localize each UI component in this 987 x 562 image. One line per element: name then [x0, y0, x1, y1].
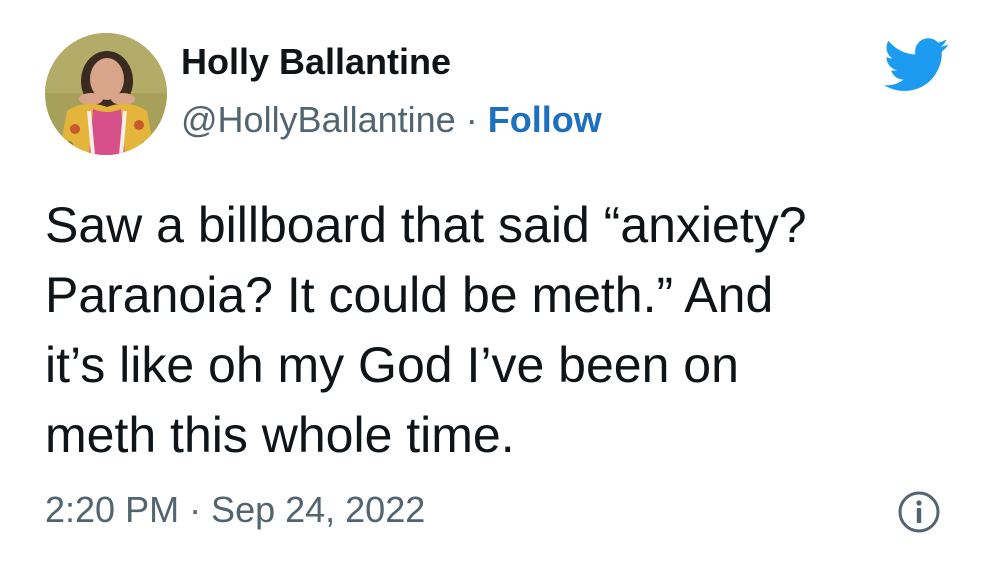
tweet-card: Holly Ballantine @HollyBallantine · Foll…: [0, 0, 987, 562]
separator-dot: ·: [465, 99, 478, 140]
follow-button[interactable]: Follow: [488, 99, 602, 140]
author-handle[interactable]: @HollyBallantine: [181, 99, 456, 140]
tweet-timestamp[interactable]: 2:20 PM · Sep 24, 2022: [45, 488, 425, 532]
avatar-image: [45, 33, 167, 155]
tweet-text: Saw a billboard that said “anxiety? Para…: [45, 197, 807, 463]
author-display-name[interactable]: Holly Ballantine: [181, 40, 451, 84]
info-icon[interactable]: [897, 490, 941, 534]
handle-separator: ·: [466, 99, 488, 140]
author-handle-row: @HollyBallantine · Follow: [181, 98, 602, 142]
author-avatar[interactable]: [45, 33, 167, 155]
twitter-bird-icon[interactable]: [883, 38, 950, 92]
